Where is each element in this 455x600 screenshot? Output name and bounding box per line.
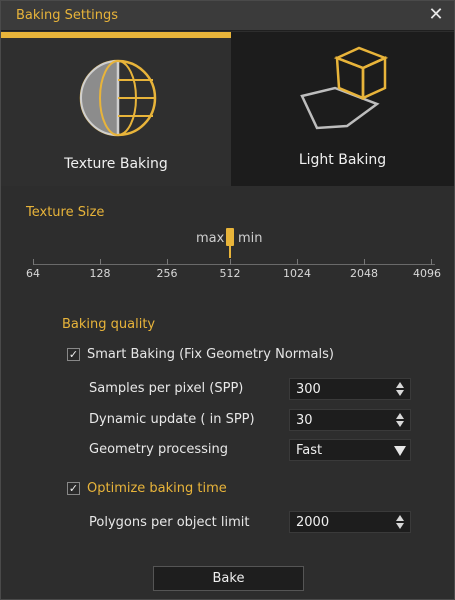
tick-label-64: 64 <box>26 267 40 280</box>
dynamic-update-decrement-icon[interactable] <box>396 421 404 427</box>
tab-label-texture: Texture Baking <box>64 156 168 172</box>
dynamic-update-label: Dynamic update ( in SPP) <box>89 412 255 427</box>
globe-texture-icon <box>79 59 157 137</box>
polygons-limit-stepper[interactable]: 2000 <box>289 511 411 533</box>
slider-thumb-stem <box>229 246 231 258</box>
cube-light-icon <box>300 46 389 130</box>
geometry-processing-value[interactable]: Fast <box>296 443 322 458</box>
tick-label-512: 512 <box>219 267 241 280</box>
dynamic-update-stepper[interactable]: 30 <box>289 409 411 431</box>
slider-tick <box>431 259 432 265</box>
polygons-decrement-icon[interactable] <box>396 523 404 529</box>
slider-tick <box>100 259 101 265</box>
spp-stepper[interactable]: 300 <box>289 378 411 400</box>
slider-tick <box>33 259 34 265</box>
tick-label-4096: 4096 <box>413 267 441 280</box>
optimize-baking-checkbox[interactable]: ✓ <box>67 482 80 495</box>
dynamic-update-value[interactable]: 30 <box>296 413 313 428</box>
spp-increment-icon[interactable] <box>396 382 404 388</box>
close-icon[interactable]: ✕ <box>426 5 446 25</box>
tab-light-baking[interactable]: Light Baking <box>231 32 454 186</box>
geometry-processing-label: Geometry processing <box>89 442 229 457</box>
smart-baking-checkbox[interactable]: ✓ <box>67 348 80 361</box>
smart-baking-label: Smart Baking (Fix Geometry Normals) <box>87 347 334 362</box>
tick-label-2048: 2048 <box>350 267 378 280</box>
texture-size-label: Texture Size <box>26 205 105 220</box>
spp-value[interactable]: 300 <box>296 382 321 397</box>
baking-settings-window: Baking Settings ✕ Texture Baking Light B… <box>0 0 455 600</box>
tab-label-light: Light Baking <box>298 152 387 168</box>
tick-label-256: 256 <box>156 267 178 280</box>
spp-label: Samples per pixel (SPP) <box>89 381 244 396</box>
window-title: Baking Settings <box>16 8 118 23</box>
texture-size-slider[interactable]: max min 64 128 256 512 1024 2048 4096 <box>19 223 441 293</box>
optimize-baking-label: Optimize baking time <box>87 481 227 496</box>
baking-quality-heading: Baking quality <box>62 317 156 332</box>
slider-thumb[interactable] <box>226 228 234 246</box>
slider-tick <box>364 259 365 265</box>
slider-tick <box>167 259 168 265</box>
spp-decrement-icon[interactable] <box>396 390 404 396</box>
bake-button[interactable]: Bake <box>153 566 304 591</box>
tick-label-1024: 1024 <box>283 267 311 280</box>
tab-texture-baking[interactable]: Texture Baking <box>1 32 231 186</box>
tick-label-128: 128 <box>89 267 111 280</box>
baking-mode-tabs: Texture Baking Light Baking <box>1 32 454 186</box>
slider-track[interactable] <box>33 264 435 265</box>
geometry-processing-select[interactable]: Fast <box>289 439 411 461</box>
smart-baking-row: ✓ Smart Baking (Fix Geometry Normals) <box>67 347 334 362</box>
slider-tick <box>230 259 231 265</box>
optimize-baking-row: ✓ Optimize baking time <box>67 481 227 496</box>
polygons-limit-value[interactable]: 2000 <box>296 515 329 530</box>
slider-max-label: max <box>196 231 225 246</box>
title-bar: Baking Settings ✕ <box>1 1 454 31</box>
slider-tick <box>297 259 298 265</box>
dynamic-update-increment-icon[interactable] <box>396 413 404 419</box>
dropdown-arrow-icon[interactable] <box>394 446 406 456</box>
polygons-increment-icon[interactable] <box>396 515 404 521</box>
slider-min-label: min <box>238 231 263 246</box>
polygons-limit-label: Polygons per object limit <box>89 515 250 530</box>
